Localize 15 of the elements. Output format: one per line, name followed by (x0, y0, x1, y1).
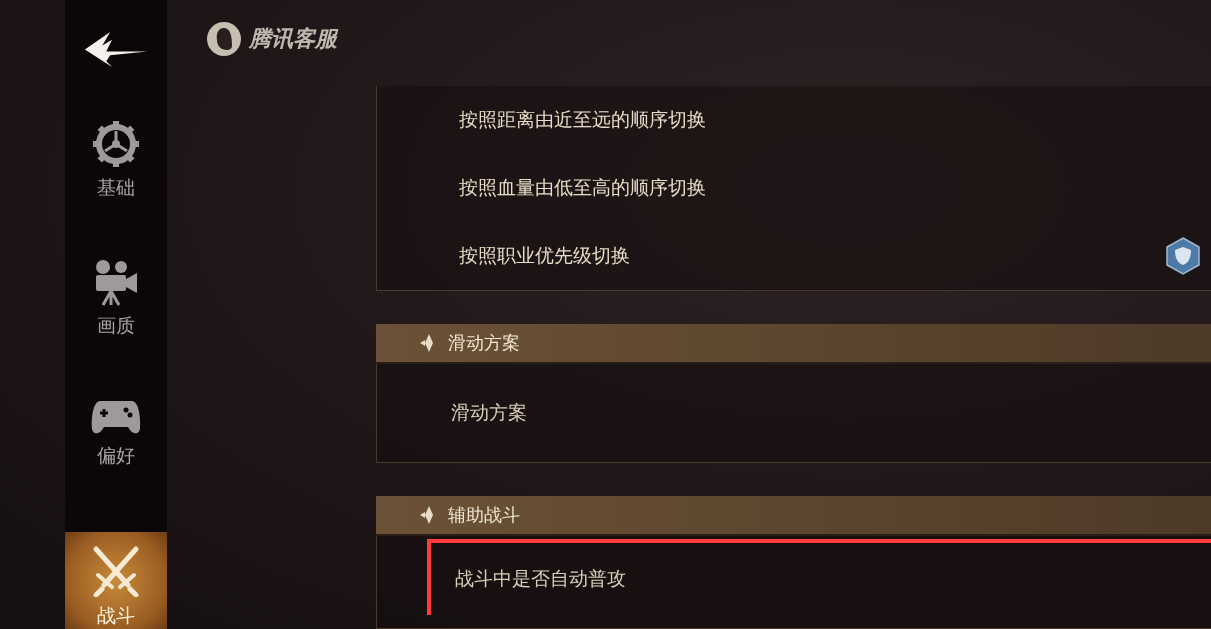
setting-label: 战斗中是否自动普攻 (455, 565, 626, 591)
section-title: 辅助战斗 (448, 502, 520, 527)
option-label[interactable]: 按照距离由近至远的顺序切换 (459, 107, 1201, 134)
crossed-swords-icon (90, 545, 142, 597)
sidebar-tab[interactable]: 基础 (65, 118, 167, 258)
sidebar-tab[interactable]: 战斗 (65, 531, 167, 629)
option-label[interactable]: 按照职业优先级切换 (459, 243, 1165, 270)
sidebar-tab[interactable]: 偏好 (65, 395, 167, 534)
logo-icon (205, 20, 243, 59)
setting-label: 滑动方案 (451, 399, 527, 425)
section-title: 滑动方案 (448, 331, 520, 356)
sidebar-tab[interactable]: 画质 (65, 257, 167, 396)
brand-name: 腾讯客服 (249, 25, 337, 54)
gear-icon (91, 118, 141, 169)
option-label[interactable]: 按照血量由低至高的顺序切换 (459, 175, 1201, 202)
